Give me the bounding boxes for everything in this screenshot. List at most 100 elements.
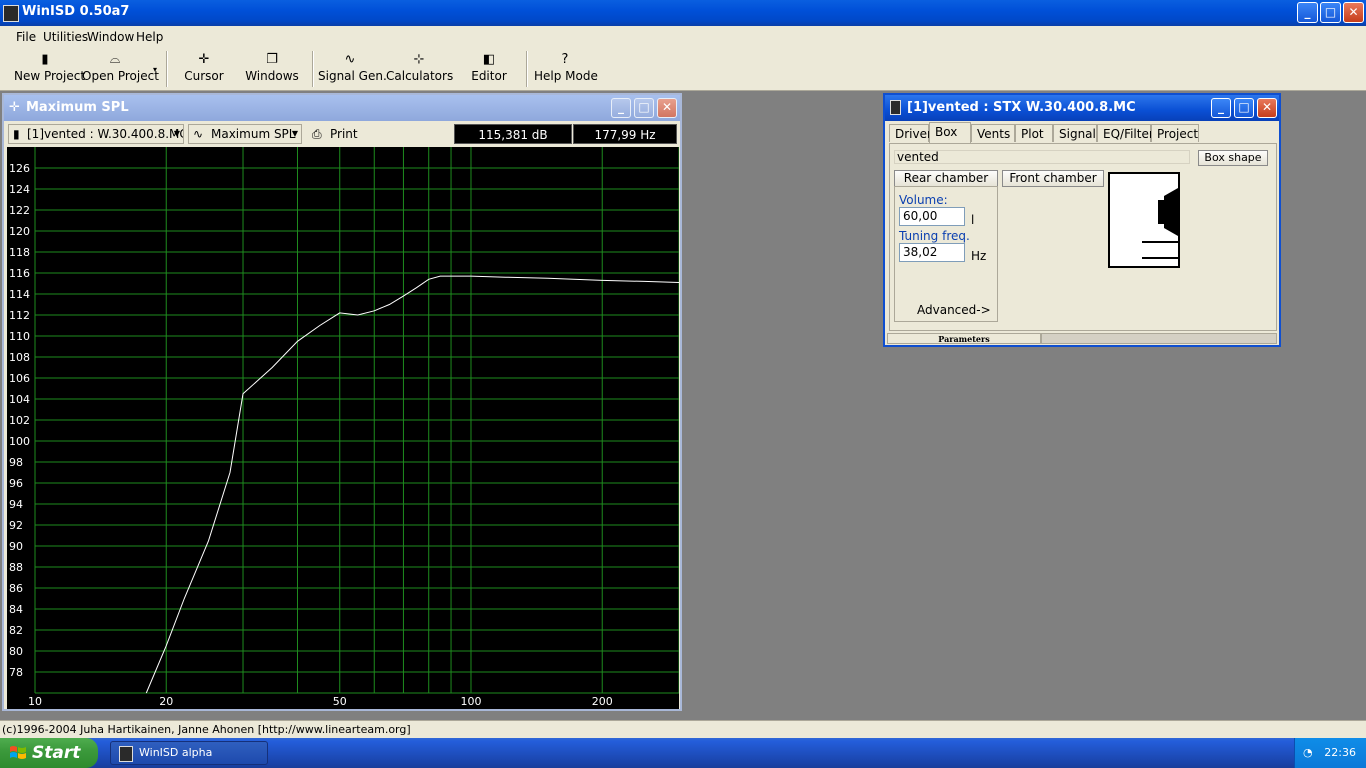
editor-button[interactable]: ◧ Editor bbox=[458, 49, 520, 89]
tab-plot[interactable]: Plot bbox=[1015, 124, 1053, 142]
y-tick-label: 94 bbox=[9, 498, 23, 511]
tab-driver[interactable]: Driver bbox=[889, 124, 932, 142]
plot-type-select[interactable]: ∿ Maximum SPL ▼ bbox=[188, 124, 302, 144]
windows-button[interactable]: ❐ Windows bbox=[242, 49, 302, 89]
y-tick-label: 106 bbox=[9, 372, 30, 385]
parameters-tab[interactable]: Parameters bbox=[887, 333, 1041, 344]
cursor-button[interactable]: ✛ Cursor bbox=[174, 49, 234, 89]
new-project-icon: ▮ bbox=[41, 52, 49, 67]
bottom-tab-strip bbox=[1041, 333, 1277, 344]
close-button[interactable]: ✕ bbox=[1343, 2, 1364, 23]
tab-signal[interactable]: Signal bbox=[1053, 124, 1097, 142]
y-tick-label: 82 bbox=[9, 624, 23, 637]
volume-unit: l bbox=[971, 213, 975, 227]
vent-title-bar[interactable]: [1]vented : STX W.30.400.8.MC _ □ ✕ bbox=[885, 95, 1279, 121]
tab-project[interactable]: Project bbox=[1151, 124, 1199, 142]
spl-title-bar[interactable]: ✛ Maximum SPL _ □ ✕ bbox=[4, 95, 680, 121]
box-tab-panel: vented Box shape Rear chamber Front cham… bbox=[889, 143, 1277, 331]
y-tick-label: 112 bbox=[9, 309, 30, 322]
signal-gen-button[interactable]: ∿ Signal Gen. bbox=[318, 49, 387, 89]
rear-chamber-button[interactable]: Rear chamber bbox=[894, 170, 998, 187]
x-tick-label: 10 bbox=[28, 695, 42, 708]
taskbar-item-winisd[interactable]: WinISD alpha bbox=[110, 741, 268, 765]
y-tick-label: 100 bbox=[9, 435, 30, 448]
y-tick-label: 114 bbox=[9, 288, 30, 301]
tuning-unit: Hz bbox=[971, 249, 987, 263]
rear-chamber-group: Volume: 60,00 l Tuning freq. 38,02 Hz Ad… bbox=[894, 186, 998, 322]
maximize-button[interactable]: □ bbox=[1320, 2, 1341, 23]
spl-plot-area[interactable]: 78 80 82 84 86 88 90 92 94 96 98 100 102 104 106 108 110… bbox=[7, 147, 680, 709]
menu-window[interactable]: Window bbox=[87, 30, 134, 44]
volume-input[interactable]: 60,00 bbox=[899, 207, 965, 226]
y-tick-label: 108 bbox=[9, 351, 30, 364]
x-tick-label: 50 bbox=[333, 695, 347, 708]
spl-close-button[interactable]: ✕ bbox=[657, 98, 677, 118]
new-project-button[interactable]: ▮ New Project bbox=[14, 49, 85, 89]
spl-chart[interactable]: 78 80 82 84 86 88 90 92 94 96 98 100 102 104 106 108 110… bbox=[7, 147, 680, 709]
y-tick-label: 98 bbox=[9, 456, 23, 469]
toolbar-separator bbox=[526, 51, 528, 87]
tab-box[interactable]: Box bbox=[929, 122, 971, 144]
menu-bar: File Utilities Window Help bbox=[0, 26, 1366, 48]
project-icon: ▮ bbox=[13, 127, 20, 141]
tab-eq-filter[interactable]: EQ/Filter bbox=[1097, 124, 1154, 142]
y-tick-label: 84 bbox=[9, 603, 23, 616]
main-title-bar: WinISD 0.50a7 _ □ ✕ bbox=[0, 0, 1366, 26]
spl-maximize-button[interactable]: □ bbox=[634, 98, 654, 118]
windows-icon: ❐ bbox=[266, 52, 278, 67]
y-tick-label: 80 bbox=[9, 645, 23, 658]
help-mode-button[interactable]: ? Help Mode bbox=[534, 49, 598, 89]
x-tick-label: 20 bbox=[159, 695, 173, 708]
tuning-input[interactable]: 38,02 bbox=[899, 243, 965, 262]
vent-maximize-button[interactable]: □ bbox=[1234, 98, 1254, 118]
app-title: WinISD 0.50a7 bbox=[22, 4, 130, 19]
y-tick-label: 102 bbox=[9, 414, 30, 427]
box-type-field: vented bbox=[894, 150, 1190, 164]
project-select[interactable]: ▮ [1]vented : W.30.400.8.MC ▼ bbox=[8, 124, 184, 144]
calculators-button[interactable]: ⊹ Calculators bbox=[386, 49, 453, 89]
app-icon bbox=[119, 746, 133, 762]
advanced-button[interactable]: Advanced-> bbox=[917, 303, 991, 317]
crosshair-icon: ✛ bbox=[9, 100, 20, 115]
status-bar: (c)1996-2004 Juha Hartikainen, Janne Aho… bbox=[0, 720, 1366, 738]
volume-label: Volume: bbox=[899, 193, 948, 207]
start-button[interactable]: Start bbox=[0, 738, 98, 768]
y-tick-label: 90 bbox=[9, 540, 23, 553]
app-icon bbox=[3, 5, 19, 22]
vent-window-title: [1]vented : STX W.30.400.8.MC bbox=[907, 100, 1136, 115]
y-tick-label: 86 bbox=[9, 582, 23, 595]
project-icon bbox=[890, 100, 901, 115]
y-tick-label: 110 bbox=[9, 330, 30, 343]
spl-minimize-button[interactable]: _ bbox=[611, 98, 631, 118]
y-tick-label: 116 bbox=[9, 267, 30, 280]
printer-icon: ⎙ bbox=[312, 127, 322, 141]
front-chamber-button[interactable]: Front chamber bbox=[1002, 170, 1104, 187]
menu-utilities[interactable]: Utilities bbox=[43, 30, 88, 44]
toolbar-separator bbox=[166, 51, 168, 87]
vent-minimize-button[interactable]: _ bbox=[1211, 98, 1231, 118]
box-shape-button[interactable]: Box shape bbox=[1198, 150, 1268, 166]
vent-close-button[interactable]: ✕ bbox=[1257, 98, 1277, 118]
y-tick-label: 118 bbox=[9, 246, 30, 259]
windows-flag-icon bbox=[10, 746, 26, 759]
tab-vents[interactable]: Vents bbox=[971, 124, 1015, 142]
crosshair-icon: ✛ bbox=[198, 52, 210, 67]
toolbar: ▮ New Project ⌓ Open Project ▾ ✛ Cursor … bbox=[8, 49, 602, 89]
menu-file[interactable]: File bbox=[16, 30, 36, 44]
open-folder-icon: ⌓ bbox=[109, 52, 121, 67]
box-diagram bbox=[1108, 172, 1180, 268]
y-tick-label: 104 bbox=[9, 393, 30, 406]
taskbar: Start WinISD alpha ◔ 22:36 bbox=[0, 738, 1366, 768]
question-icon: ? bbox=[561, 52, 569, 67]
open-project-button[interactable]: ⌓ Open Project bbox=[82, 49, 159, 89]
menu-help[interactable]: Help bbox=[136, 30, 163, 44]
print-button[interactable]: ⎙ Print bbox=[310, 124, 358, 144]
hz-readout: 177,99 Hz bbox=[573, 124, 677, 144]
minimize-button[interactable]: _ bbox=[1297, 2, 1318, 23]
speaker-icon[interactable]: ◔ bbox=[1303, 738, 1313, 768]
toolbar-separator bbox=[312, 51, 314, 87]
status-text: (c)1996-2004 Juha Hartikainen, Janne Aho… bbox=[2, 723, 411, 736]
y-tick-label: 92 bbox=[9, 519, 23, 532]
x-tick-label: 200 bbox=[592, 695, 613, 708]
spl-toolbar: ▮ [1]vented : W.30.400.8.MC ▼ ∿ Maximum … bbox=[6, 122, 678, 146]
